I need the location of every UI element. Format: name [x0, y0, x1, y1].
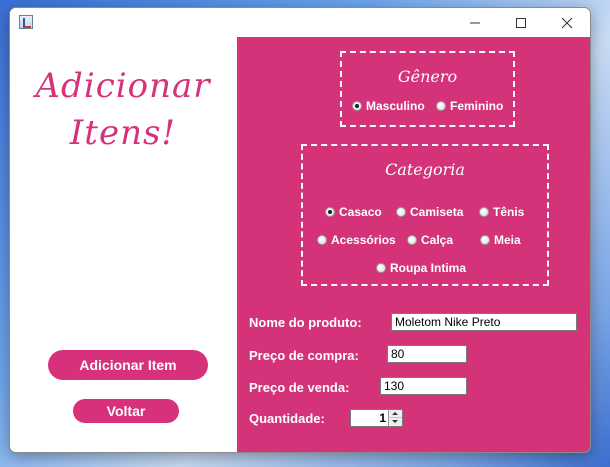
radio-calca[interactable]: Calça — [407, 233, 453, 247]
page-title-line-1: Adicionar — [35, 66, 211, 106]
quantity-stepper[interactable]: 1 — [350, 409, 403, 427]
radio-roupa-intima[interactable]: Roupa Intima — [376, 261, 466, 275]
radio-roupa-intima-label: Roupa Intima — [390, 261, 467, 275]
radio-meia-label: Meia — [494, 233, 521, 247]
category-group: Categoria Casaco Camiseta Tênis Acessóri… — [301, 144, 549, 286]
product-name-input[interactable] — [391, 313, 577, 331]
maximize-icon — [516, 18, 526, 28]
radio-acessorios-label: Acessórios — [331, 233, 396, 247]
left-panel: Adicionar Itens! Adicionar Item Voltar — [10, 37, 237, 452]
right-panel: Gênero Masculino Feminino Categoria Casa… — [237, 37, 590, 452]
radio-calca-label: Calça — [421, 233, 454, 247]
title-bar — [10, 8, 590, 37]
radio-casaco-indicator — [325, 207, 335, 217]
radio-camiseta-indicator — [396, 207, 406, 217]
radio-masculino-indicator — [352, 101, 362, 111]
page-title: Adicionar Itens! — [12, 63, 234, 157]
gender-group-title: Gênero — [397, 67, 458, 86]
radio-masculino-label: Masculino — [366, 99, 425, 113]
radio-tenis[interactable]: Tênis — [479, 205, 524, 219]
radio-tenis-indicator — [479, 207, 489, 217]
radio-feminino[interactable]: Feminino — [436, 99, 503, 113]
radio-acessorios[interactable]: Acessórios — [317, 233, 396, 247]
radio-meia[interactable]: Meia — [480, 233, 521, 247]
gender-group: Gênero Masculino Feminino — [340, 51, 515, 127]
purchase-price-input[interactable] — [387, 345, 467, 363]
radio-feminino-label: Feminino — [450, 99, 504, 113]
product-name-label: Nome do produto: — [249, 315, 362, 330]
radio-masculino[interactable]: Masculino — [352, 99, 425, 113]
minimize-icon — [470, 22, 480, 24]
radio-camiseta[interactable]: Camiseta — [396, 205, 463, 219]
app-window: Adicionar Itens! Adicionar Item Voltar G… — [9, 7, 591, 453]
quantity-decrement-button[interactable] — [388, 418, 402, 426]
radio-tenis-label: Tênis — [493, 205, 525, 219]
radio-calca-indicator — [407, 235, 417, 245]
radio-casaco[interactable]: Casaco — [325, 205, 382, 219]
radio-meia-indicator — [480, 235, 490, 245]
page-title-line-2: Itens! — [69, 113, 177, 153]
quantity-increment-button[interactable] — [388, 410, 402, 418]
close-button[interactable] — [544, 8, 590, 37]
radio-feminino-indicator — [436, 101, 446, 111]
close-icon — [561, 17, 573, 29]
sale-price-label: Preço de venda: — [249, 380, 350, 395]
add-item-button[interactable]: Adicionar Item — [48, 350, 208, 380]
radio-camiseta-label: Camiseta — [410, 205, 464, 219]
minimize-button[interactable] — [452, 8, 498, 37]
back-button[interactable]: Voltar — [73, 399, 179, 423]
category-group-title: Categoria — [385, 160, 465, 179]
maximize-button[interactable] — [498, 8, 544, 37]
radio-acessorios-indicator — [317, 235, 327, 245]
quantity-label: Quantidade: — [249, 411, 325, 426]
purchase-price-label: Preço de compra: — [249, 348, 359, 363]
quantity-value[interactable]: 1 — [351, 410, 388, 426]
radio-casaco-label: Casaco — [339, 205, 382, 219]
sale-price-input[interactable] — [380, 377, 467, 395]
radio-roupa-intima-indicator — [376, 263, 386, 273]
java-app-icon[interactable] — [19, 15, 33, 29]
